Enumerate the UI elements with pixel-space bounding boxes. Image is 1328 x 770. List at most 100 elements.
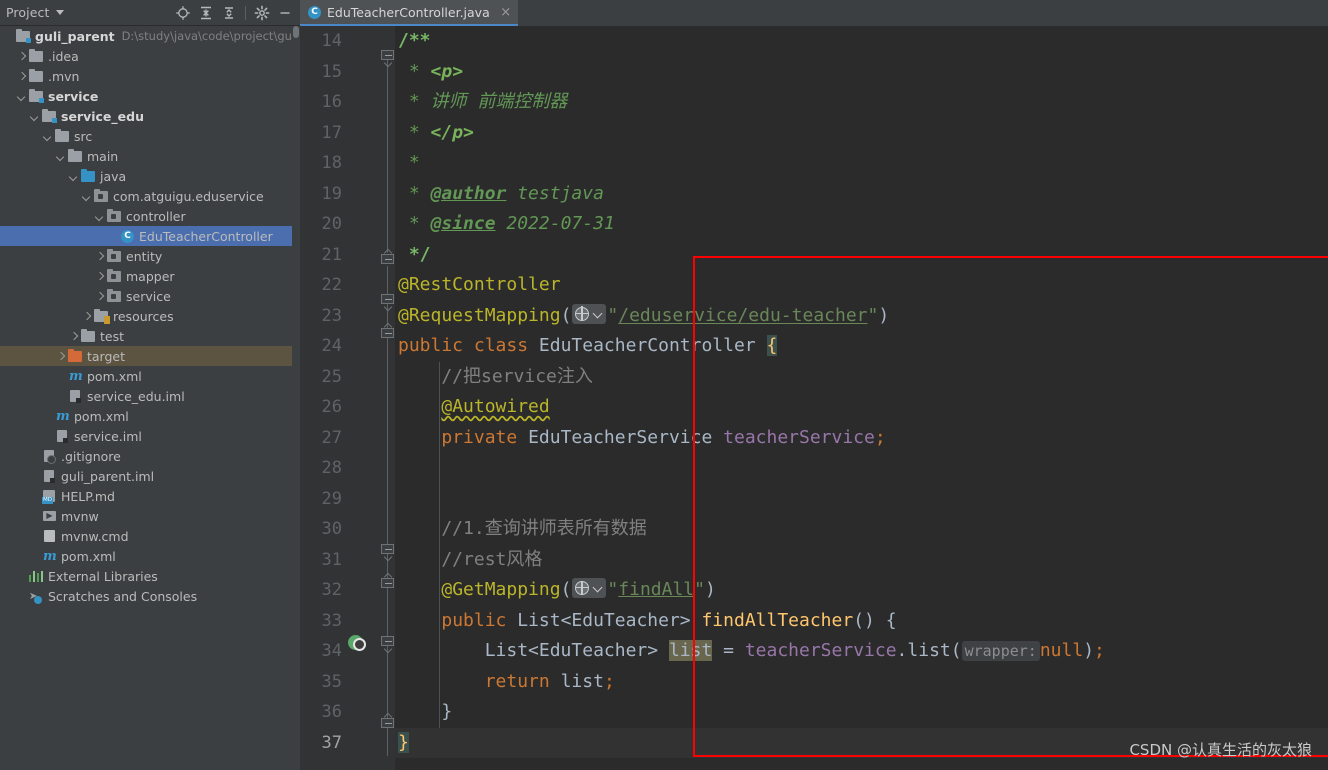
run-endpoint-icon[interactable] <box>348 634 368 654</box>
watermark-text: CSDN @认真生活的灰太狼 <box>1129 741 1312 759</box>
tree-item-external-libraries[interactable]: External Libraries <box>0 566 292 586</box>
tree-item-pom-xml[interactable]: m pom.xml <box>0 406 292 426</box>
chevron-right-icon[interactable] <box>81 310 93 322</box>
project-tree[interactable]: guli_parent D:\study\java\code\project\gu… <box>0 26 292 770</box>
code-line-30: //1.查询讲师表所有数据 <box>395 514 1328 545</box>
tree-item-label: entity <box>126 248 163 264</box>
tree-item-service-edu-iml[interactable]: service_edu.iml <box>0 386 292 406</box>
code-line-33: public List<EduTeacher> findAllTeacher()… <box>395 605 1328 636</box>
line-number-22: 22 <box>321 275 342 295</box>
tree-item-scratches-and-consoles[interactable]: ➤ Scratches and Consoles <box>0 586 292 606</box>
close-icon[interactable]: × <box>500 6 512 19</box>
tree-item-src[interactable]: src <box>0 126 292 146</box>
collapse-all-icon[interactable] <box>218 2 240 24</box>
tree-item-guli-parent[interactable]: guli_parent D:\study\java\code\project\gu… <box>0 26 292 46</box>
chevron-right-icon[interactable] <box>94 270 106 282</box>
code-editor[interactable]: 14 15 16 17 18 19 20 21 22 23 24 25 26 27 28 29 30 31 32 33… <box>300 26 1328 770</box>
tree-item--mvn[interactable]: .mvn <box>0 66 292 86</box>
fold-marker-method-body[interactable] <box>380 636 395 654</box>
tree-item--idea[interactable]: .idea <box>0 46 292 66</box>
module-folder-icon <box>41 108 57 124</box>
chevron-right-icon[interactable] <box>94 290 106 302</box>
tree-item-main[interactable]: main <box>0 146 292 166</box>
target-folder-icon <box>67 348 83 364</box>
code-lines[interactable]: /** * <p> * 讲师 前端控制器 * </p> * * @author … <box>395 26 1328 770</box>
line-number-27: 27 <box>321 427 342 448</box>
chevron-right-icon[interactable] <box>68 330 80 342</box>
scrollbar-thumb[interactable] <box>293 26 299 38</box>
tree-item-mvnw[interactable]: ▶ mvnw <box>0 506 292 526</box>
fold-marker-method-end[interactable] <box>380 712 395 731</box>
fold-marker-method-start[interactable] <box>380 544 395 562</box>
tree-item-mvnw-cmd[interactable]: mvnw.cmd <box>0 526 292 546</box>
chevron-down-icon[interactable] <box>55 150 67 162</box>
fold-marker-method-inner[interactable] <box>380 572 395 591</box>
gear-icon[interactable] <box>251 2 273 24</box>
locate-icon[interactable] <box>172 2 194 24</box>
chevron-right-icon[interactable] <box>16 50 28 62</box>
tree-item-com-atguigu-eduservice[interactable]: com.atguigu.eduservice <box>0 186 292 206</box>
cmd-script-icon <box>41 528 57 544</box>
tree-item-test[interactable]: test <box>0 326 292 346</box>
tree-item-service[interactable]: service <box>0 86 292 106</box>
code-line-14: /** <box>398 30 431 51</box>
chevron-right-icon[interactable] <box>94 250 106 262</box>
tree-item-label: .idea <box>48 48 79 64</box>
chevron-down-icon[interactable] <box>81 190 93 202</box>
tree-item-entity[interactable]: entity <box>0 246 292 266</box>
web-endpoint-icon[interactable] <box>572 303 607 324</box>
code-line-18: * <box>398 152 420 173</box>
chevron-right-icon[interactable] <box>16 70 28 82</box>
editor-tab-EduTeacherController[interactable]: C EduTeacherController.java × <box>300 0 518 26</box>
tree-item-label: resources <box>113 308 174 324</box>
tree-item-resources[interactable]: resources <box>0 306 292 326</box>
fold-marker-javadoc-start[interactable] <box>380 50 395 68</box>
chevron-down-icon[interactable] <box>94 210 106 222</box>
tree-item-help-md[interactable]: HELP.md <box>0 486 292 506</box>
tree-item-label: pom.xml <box>87 368 142 384</box>
tree-item-label: java <box>100 168 127 184</box>
tree-item-target[interactable]: target <box>0 346 292 366</box>
code-folding-column[interactable] <box>380 26 395 770</box>
chevron-down-icon[interactable] <box>42 130 54 142</box>
module-folder-icon <box>28 88 44 104</box>
chevron-down-icon[interactable] <box>56 10 65 15</box>
minimize-icon[interactable] <box>274 2 296 24</box>
tree-item-pom-xml[interactable]: m pom.xml <box>0 366 292 386</box>
tree-item-service-iml[interactable]: service.iml <box>0 426 292 446</box>
project-panel-scrollbar[interactable] <box>292 26 300 770</box>
code-line-17: * </p> <box>398 121 474 143</box>
web-endpoint-icon[interactable] <box>572 578 607 598</box>
tree-item-service-edu[interactable]: service_edu <box>0 106 292 126</box>
markdown-icon <box>41 488 57 504</box>
code-line-22: @RestController <box>398 274 561 295</box>
ide-window: Project guli_parent D:\study\java\code\p… <box>0 0 1328 770</box>
tree-item--gitignore[interactable]: .gitignore <box>0 446 292 466</box>
tree-item-eduteachercontroller[interactable]: C EduTeacherController <box>0 226 292 246</box>
tree-item-label: .mvn <box>48 68 80 84</box>
chevron-down-icon[interactable] <box>16 90 28 102</box>
scratches-icon: ➤ <box>28 588 44 604</box>
tree-item-java[interactable]: java <box>0 166 292 186</box>
fold-marker-annotation[interactable] <box>380 322 395 341</box>
maven-icon: m <box>69 369 83 384</box>
chevron-down-icon[interactable] <box>68 170 80 182</box>
editor-gutter[interactable]: 14 15 16 17 18 19 20 21 22 23 24 25 26 27 28 29 30 31 32 33… <box>300 26 395 770</box>
tree-item-mapper[interactable]: mapper <box>0 266 292 286</box>
code-line-21: */ <box>398 243 431 265</box>
folder-icon <box>67 148 83 164</box>
expand-all-icon[interactable] <box>195 2 217 24</box>
tree-item-guli-parent-iml[interactable]: guli_parent.iml <box>0 466 292 486</box>
tree-item-service[interactable]: service <box>0 286 292 306</box>
chevron-right-icon[interactable] <box>55 350 67 362</box>
tree-item-controller[interactable]: controller <box>0 206 292 226</box>
fold-marker-class-start[interactable] <box>380 294 395 312</box>
tree-item-pom-xml[interactable]: m pom.xml <box>0 546 292 566</box>
chevron-down-icon[interactable] <box>29 110 41 122</box>
tree-item-label: guli_parent <box>35 28 115 44</box>
package-icon <box>106 248 122 264</box>
